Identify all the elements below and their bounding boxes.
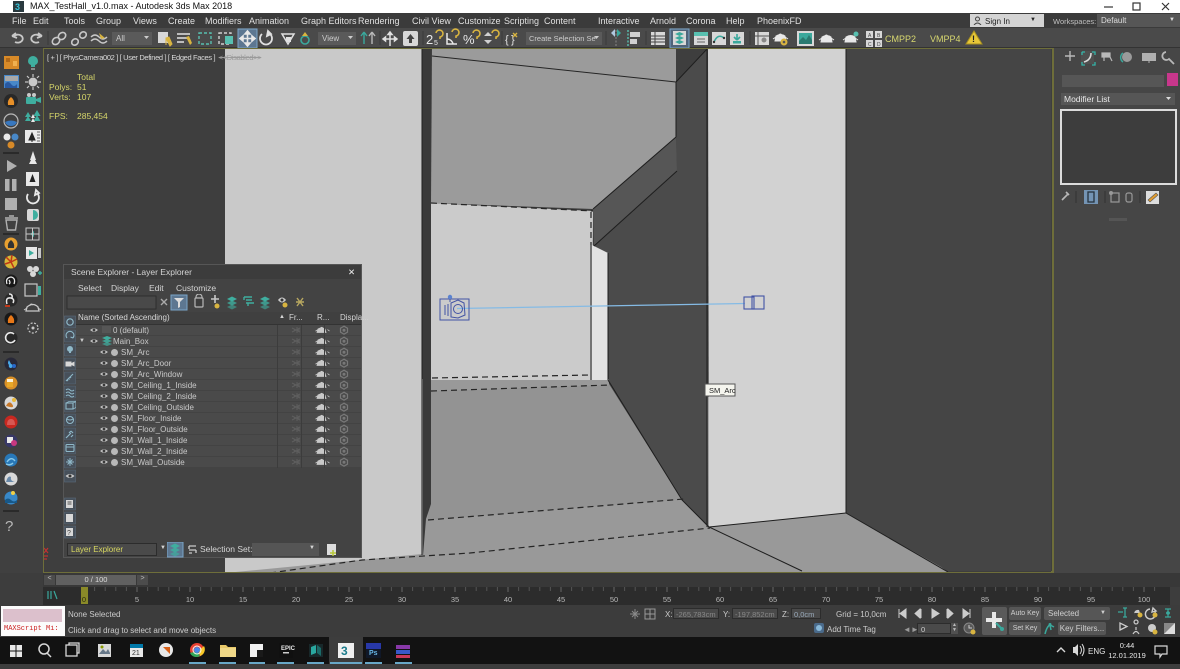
svg-text:75: 75 (875, 595, 883, 604)
svg-text:55: 55 (663, 595, 671, 604)
svg-text:45: 45 (557, 595, 565, 604)
svg-text:85: 85 (981, 595, 989, 604)
svg-text:Create Selection Se: Create Selection Se (529, 34, 596, 43)
svg-text:20: 20 (292, 595, 300, 604)
svg-text:0: 0 (82, 595, 86, 604)
svg-text:%: % (463, 32, 475, 47)
svg-text:{: { (505, 34, 509, 46)
svg-text:40: 40 (504, 595, 512, 604)
svg-text:2: 2 (426, 32, 433, 47)
svg-text:Ps: Ps (369, 650, 378, 657)
svg-text:EPIC: EPIC (281, 646, 296, 652)
svg-text:?: ? (5, 518, 13, 535)
svg-text:SM_Arc: SM_Arc (709, 386, 736, 395)
svg-text:95: 95 (1087, 595, 1095, 604)
svg-text:View: View (322, 34, 339, 43)
svg-text:12.01.2019: 12.01.2019 (1108, 651, 1146, 660)
svg-text:30: 30 (398, 595, 406, 604)
svg-text:CMPP2: CMPP2 (885, 34, 916, 44)
svg-text:65: 65 (769, 595, 777, 604)
svg-text:90: 90 (1034, 595, 1042, 604)
svg-text:3: 3 (15, 2, 20, 12)
svg-text:All: All (116, 34, 125, 43)
svg-text:10: 10 (186, 595, 194, 604)
svg-text:5: 5 (135, 595, 139, 604)
svg-text:80: 80 (928, 595, 936, 604)
svg-text:70: 70 (822, 595, 830, 604)
svg-text:50: 50 (610, 595, 618, 604)
svg-text:60: 60 (716, 595, 724, 604)
svg-text:?: ? (67, 530, 71, 537)
svg-text:ENG: ENG (1088, 647, 1105, 656)
svg-text:35: 35 (451, 595, 459, 604)
svg-text:15: 15 (239, 595, 247, 604)
svg-text:!: ! (972, 34, 975, 44)
svg-text:5: 5 (434, 40, 438, 47)
svg-text:100: 100 (1138, 595, 1151, 604)
svg-text:3: 3 (341, 644, 348, 658)
svg-text:Modifier List: Modifier List (1064, 94, 1110, 104)
svg-text:21: 21 (132, 650, 140, 657)
svg-text:25: 25 (345, 595, 353, 604)
svg-text:0:44: 0:44 (1120, 641, 1135, 650)
svg-text:VMPP4: VMPP4 (930, 34, 961, 44)
